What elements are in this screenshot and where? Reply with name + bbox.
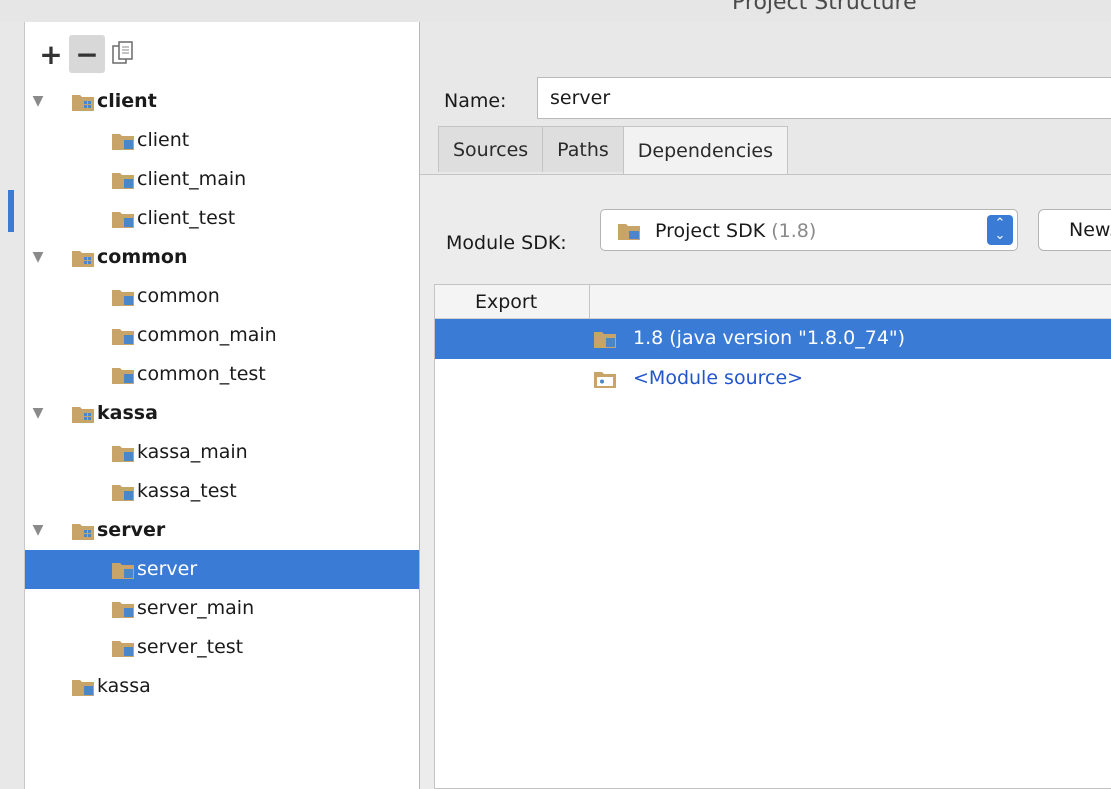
- source-folder-icon: [112, 446, 134, 462]
- left-gutter: [0, 22, 24, 789]
- source-folder-icon: [112, 641, 134, 657]
- tab-sources[interactable]: Sources: [438, 126, 544, 172]
- sdk-selected-value: Project SDK (1.8): [655, 220, 817, 242]
- module-tree-panel: + − ▼ client client client_main client_test ▼…: [24, 22, 420, 789]
- tree-item-client[interactable]: ▼ client: [25, 82, 419, 121]
- plus-icon: +: [39, 37, 63, 71]
- tree-item-label: client: [137, 129, 190, 151]
- tree-toolbar: + −: [33, 34, 141, 74]
- dependency-row[interactable]: 1.8 (java version "1.8.0_74"): [435, 319, 1111, 359]
- tree-item-common[interactable]: common: [25, 277, 419, 316]
- tree-item-label: common: [137, 285, 220, 307]
- tree-item-server[interactable]: server: [25, 550, 419, 589]
- table-header: Export: [435, 285, 1111, 319]
- name-label: Name:: [444, 90, 507, 112]
- source-folder-icon: [112, 368, 134, 384]
- source-folder-icon: [112, 485, 134, 501]
- tree-item-label: common_test: [137, 363, 266, 385]
- tree-item-server-test[interactable]: server_test: [25, 628, 419, 667]
- tree-item-label: client_test: [137, 207, 236, 229]
- expand-toggle-icon[interactable]: ▼: [31, 93, 45, 109]
- new-sdk-button[interactable]: New...: [1038, 209, 1111, 251]
- column-export[interactable]: Export: [475, 291, 537, 313]
- tree-item-label: server_main: [137, 597, 255, 619]
- module-icon: [72, 251, 94, 267]
- source-folder-icon: [72, 680, 94, 696]
- window-titlebar: Project Structure: [0, 0, 1111, 22]
- source-folder-icon: [112, 602, 134, 618]
- window-title: Project Structure: [732, 0, 917, 15]
- source-folder-icon: [112, 563, 134, 579]
- tree-item-server-main[interactable]: server_main: [25, 589, 419, 628]
- remove-module-button[interactable]: −: [69, 35, 105, 73]
- add-module-button[interactable]: +: [33, 35, 69, 73]
- select-stepper-icon: ⌃ ⌄: [987, 215, 1013, 245]
- gutter-selection-marker: [8, 190, 14, 232]
- copy-module-button[interactable]: [105, 35, 141, 73]
- tree-item-client[interactable]: client: [25, 121, 419, 160]
- dependency-label: <Module source>: [633, 367, 804, 389]
- tree-item-label: common_main: [137, 324, 277, 346]
- sdk-version: (1.8): [771, 220, 817, 242]
- tree-item-label: server: [97, 519, 166, 541]
- module-sdk-select[interactable]: Project SDK (1.8) ⌃ ⌄: [600, 209, 1018, 251]
- minus-icon: −: [75, 37, 99, 71]
- tree-item-common-main[interactable]: common_main: [25, 316, 419, 355]
- tabs-divider: [420, 174, 1111, 175]
- tree-item-label: kassa_test: [137, 480, 237, 502]
- source-folder-icon: [112, 134, 134, 150]
- column-separator[interactable]: [589, 285, 590, 319]
- tree-item-label: kassa_main: [137, 441, 248, 463]
- tab-dependencies[interactable]: Dependencies: [622, 126, 789, 174]
- tab-paths[interactable]: Paths: [542, 126, 624, 172]
- module-icon: [72, 407, 94, 423]
- tree-item-common[interactable]: ▼ common: [25, 238, 419, 277]
- source-folder-icon: [112, 212, 134, 228]
- expand-toggle-icon[interactable]: ▼: [31, 249, 45, 265]
- module-source-icon: [594, 372, 616, 388]
- copy-icon: [112, 41, 133, 64]
- source-folder-icon: [112, 173, 134, 189]
- tree-item-client-main[interactable]: client_main: [25, 160, 419, 199]
- module-icon: [72, 95, 94, 111]
- tree-item-label: client_main: [137, 168, 247, 190]
- module-tabs: Sources Paths Dependencies: [438, 126, 789, 174]
- tree-item-kassa-main[interactable]: kassa_main: [25, 433, 419, 472]
- sdk-folder-icon: [594, 332, 616, 348]
- source-folder-icon: [112, 290, 134, 306]
- module-name-input[interactable]: server: [537, 77, 1111, 119]
- tree-item-kassa-test[interactable]: kassa_test: [25, 472, 419, 511]
- module-sdk-label: Module SDK:: [446, 232, 567, 254]
- tree-item-label: server_test: [137, 636, 244, 658]
- module-icon: [72, 524, 94, 540]
- tree-item-client-test[interactable]: client_test: [25, 199, 419, 238]
- tree-item-label: common: [97, 246, 188, 268]
- tree-item-common-test[interactable]: common_test: [25, 355, 419, 394]
- module-details-panel: Name: server Sources Paths Dependencies Mo…: [420, 22, 1111, 789]
- expand-toggle-icon[interactable]: ▼: [31, 405, 45, 421]
- source-folder-icon: [112, 329, 134, 345]
- dependencies-table: Export 1.8 (java version "1.8.0_74") <Mod…: [434, 284, 1111, 789]
- tree-item-kassa[interactable]: kassa: [25, 667, 419, 706]
- tree-item-label: client: [97, 90, 157, 112]
- tree-item-server[interactable]: ▼ server: [25, 511, 419, 550]
- dependency-label: 1.8 (java version "1.8.0_74"): [633, 327, 906, 349]
- tree-item-label: kassa: [97, 675, 151, 697]
- tree-item-label: server: [137, 558, 198, 580]
- tree-item-label: kassa: [97, 402, 158, 424]
- tree-item-kassa[interactable]: ▼ kassa: [25, 394, 419, 433]
- dependency-row[interactable]: <Module source>: [435, 359, 1111, 399]
- expand-toggle-icon[interactable]: ▼: [31, 522, 45, 538]
- sdk-folder-icon: [618, 224, 640, 240]
